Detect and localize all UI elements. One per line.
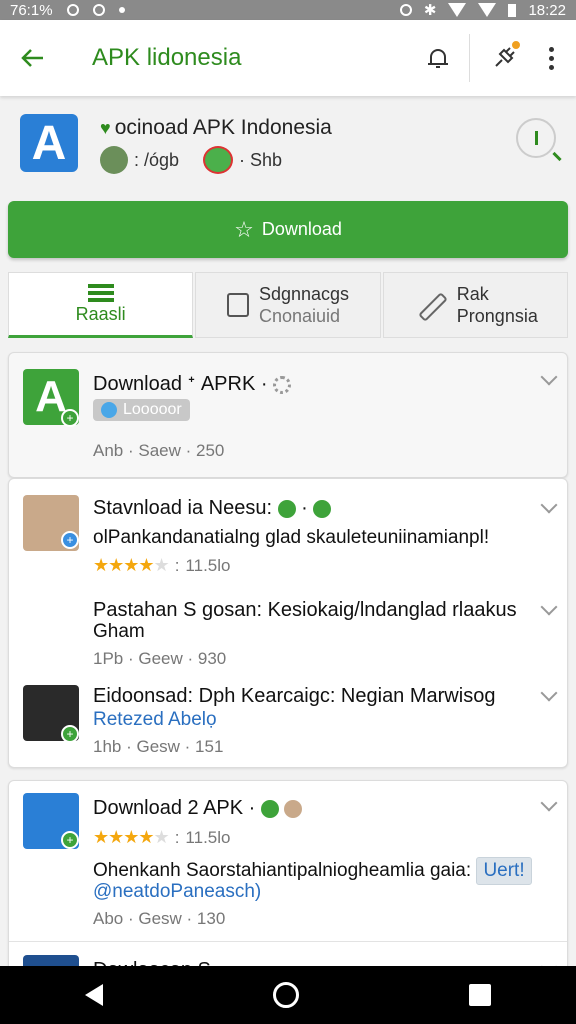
item-link[interactable]: @neatdoPaneasch) [93,881,261,903]
bell-icon [428,49,448,68]
recents-icon[interactable] [469,984,491,1006]
app-meta: : /ógb · Shb [100,146,282,174]
item-title: Download 2 APK · [93,797,303,820]
more-options-button[interactable] [534,38,568,78]
more-icon [548,46,554,52]
plugin-button[interactable] [484,38,524,78]
app-name: ♥ ocinoad APK Indonesia [100,116,332,140]
chevron-down-icon[interactable] [540,368,558,386]
item-link[interactable]: Retezed Abelọ [93,709,217,731]
battery-icon [508,3,517,17]
tab-sublabel: Prongnsia [456,306,538,326]
list-item[interactable]: + Eidoonsad: Dph Kearcaigc: Negian Marwi… [9,677,567,767]
chevron-down-icon[interactable] [540,598,558,616]
add-icon[interactable]: + [61,531,79,549]
gear-icon [273,375,292,394]
list-item[interactable]: Pastahan S gosan: Kesiokaig/lndanglad rl… [9,589,567,677]
tab-results[interactable]: Raasli [8,272,194,338]
add-icon[interactable]: + [61,831,79,849]
rating: ★★★★★ : 11.5lo [93,827,231,847]
item-description: olPankandanatialng glad skauleteuniinami… [93,527,490,548]
tab-label: Raasli [75,303,126,324]
stars-icon: ★★★★★ [93,555,170,575]
bluetooth-icon: ✱ [423,2,437,19]
notification-icon [92,4,105,16]
chevron-down-icon[interactable] [540,684,558,702]
download-label: Download [261,219,342,239]
status-left-text: 76:1% [10,1,53,19]
tab-sublabel: Cnonaiuid [258,306,341,326]
status-bar: 76:1% ✱ 18:22 [0,0,576,20]
list-icon [87,283,114,302]
app-bar: APK lidonesia [0,20,576,96]
frog-icon [203,146,234,174]
list-item[interactable]: A + Download ᐩ APRK · Looooor Anb · Saew… [8,352,568,478]
status-time: 18:22 [528,1,566,19]
divider [9,941,567,942]
box-icon [226,293,249,317]
system-nav-bar [0,966,576,1024]
add-icon[interactable]: + [61,409,79,427]
app-name-text: ocinoad APK Indonesia [114,116,332,139]
dot-icon [118,7,125,13]
item-title: Stavnload ia Neesu: · [93,497,332,520]
search-button[interactable] [516,118,556,158]
home-icon[interactable] [273,982,299,1008]
item-meta: Abo · Gesw · 130 [93,909,226,928]
item-title: Pastahan S gosan: Kesiokaig/lndanglad rl… [93,599,517,621]
notification-badge [510,39,522,51]
refresh-icon [101,402,117,418]
notifications-button[interactable] [421,41,455,75]
flag-icon [313,499,332,518]
signal-icon [478,3,497,17]
tag-button[interactable]: Uert! [476,857,532,885]
download-button[interactable]: ☆ Download [8,201,568,258]
item-title: Download ᐩ APRK · [93,371,292,396]
item-meta: 1Pb · Geew · 930 [93,649,227,668]
app-meta-1: : /ógb [134,149,180,170]
heart-icon: ♥ [100,117,111,138]
wifi-icon [448,3,467,17]
chat-icon [260,799,279,818]
status-badge: Looooor [93,399,190,421]
rating: ★★★★★ : 11.5lo [93,555,231,575]
list-item[interactable]: + Stavnload ia Neesu: · olPankandanatial… [9,479,567,589]
search-icon [534,131,538,145]
list-item[interactable]: + Download 2 APK · ★★★★★ : 11.5lo Ohenka… [9,781,567,941]
page-title: APK lidonesia [92,44,242,71]
arrow-left-icon [21,49,43,67]
tab-bar: Raasli Sdgnnacgs Cnonaiuid Rak Prongnsia [8,272,568,338]
sync-icon [66,4,79,16]
item-meta: 1hb · Gesw · 151 [93,737,224,756]
avatar [100,146,128,174]
divider [469,34,470,82]
tab-settings[interactable]: Sdgnnacgs Cnonaiuid [195,272,381,338]
chat-icon [277,499,296,518]
alarm-icon [399,4,412,16]
back-button[interactable] [16,41,50,75]
app-meta-2: · Shb [239,149,283,170]
chevron-down-icon[interactable] [540,794,558,812]
wrench-icon [413,288,447,322]
tab-tools[interactable]: Rak Prongnsia [382,272,568,338]
back-icon[interactable] [85,984,103,1006]
add-icon[interactable]: + [61,725,79,743]
app-logo: A [20,114,78,172]
item-description: Gham [93,621,145,642]
tab-label: Sdgnnacgs [258,284,350,304]
stars-icon: ★★★★★ [93,827,170,847]
list-group: + Stavnload ia Neesu: · olPankandanatial… [8,478,568,768]
list-group: + Download 2 APK · ★★★★★ : 11.5lo Ohenka… [8,780,568,980]
star-icon: ☆ [234,216,254,242]
chevron-down-icon[interactable] [540,496,558,514]
item-meta: Anb · Saew · 250 [93,441,225,460]
tab-label: Rak [456,284,489,304]
app-header: A ♥ ocinoad APK Indonesia : /ógb · Shb [0,100,576,190]
avatar-icon [284,799,303,818]
item-title: Eidoonsad: Dph Kearcaigc: Negian Marwiso… [93,685,496,707]
